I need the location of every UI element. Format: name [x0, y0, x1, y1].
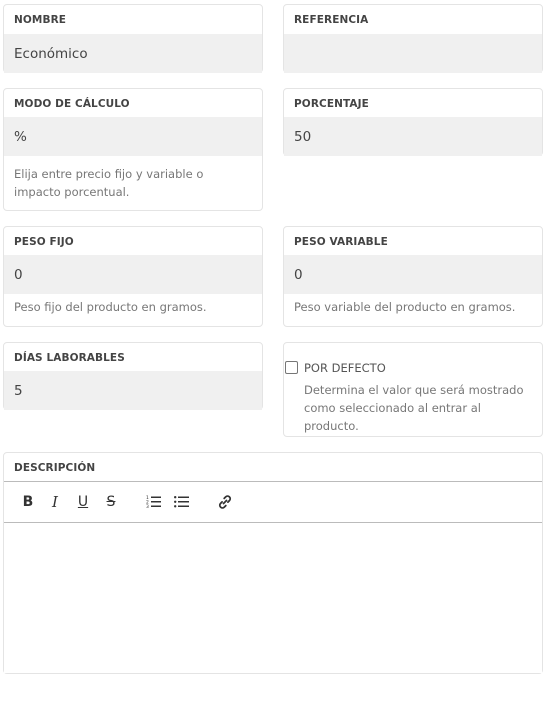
editor-toolbar: B I U S 1 2 3 [4, 481, 542, 523]
bullet-list-icon [174, 496, 189, 508]
peso-variable-card: PESO VARIABLE 0 Peso variable del produc… [283, 226, 543, 327]
bullet-list-button[interactable] [173, 493, 191, 511]
nombre-card: NOMBRE Económico [3, 4, 263, 73]
peso-variable-label: PESO VARIABLE [294, 236, 388, 248]
ordered-list-icon: 1 2 3 [146, 495, 161, 509]
italic-icon: I [52, 493, 58, 511]
bold-icon: B [22, 494, 34, 510]
underline-button[interactable]: U [74, 493, 92, 511]
peso-fijo-input[interactable]: 0 [4, 255, 262, 294]
descripcion-card: DESCRIPCIÓN B I U S 1 2 3 [3, 452, 543, 674]
link-button[interactable] [216, 493, 234, 511]
modo-calculo-select[interactable]: % [4, 117, 262, 156]
strike-button[interactable]: S [102, 493, 120, 511]
peso-fijo-help: Peso fijo del producto en gramos. [14, 300, 207, 314]
svg-text:3: 3 [146, 504, 149, 509]
por-defecto-help: Determina el valor que será mostrado com… [304, 383, 524, 433]
bold-button[interactable]: B [19, 493, 37, 511]
descripcion-label: DESCRIPCIÓN [14, 462, 96, 474]
modo-calculo-card: MODO DE CÁLCULO % Elija entre precio fij… [3, 88, 263, 211]
italic-button[interactable]: I [46, 493, 64, 511]
referencia-label: REFERENCIA [294, 14, 369, 26]
por-defecto-label[interactable]: POR DEFECTO [304, 361, 386, 375]
descripcion-editor[interactable] [4, 523, 542, 673]
dias-laborables-card: DÍAS LABORABLES 5 [3, 342, 263, 410]
peso-variable-help: Peso variable del producto en gramos. [294, 300, 516, 314]
underline-icon: U [77, 494, 89, 510]
dias-laborables-label: DÍAS LABORABLES [14, 352, 125, 364]
referencia-card: REFERENCIA [283, 4, 543, 73]
link-icon [218, 495, 232, 509]
modo-calculo-label: MODO DE CÁLCULO [14, 98, 130, 110]
nombre-input[interactable]: Económico [4, 34, 262, 73]
peso-fijo-label: PESO FIJO [14, 236, 74, 248]
strikethrough-icon: S [106, 494, 116, 510]
porcentaje-label: PORCENTAJE [294, 98, 369, 110]
porcentaje-input[interactable]: 50 [284, 117, 542, 156]
nombre-label: NOMBRE [14, 14, 67, 26]
porcentaje-card: PORCENTAJE 50 [283, 88, 543, 156]
peso-fijo-card: PESO FIJO 0 Peso fijo del producto en gr… [3, 226, 263, 327]
ordered-list-button[interactable]: 1 2 3 [145, 493, 163, 511]
por-defecto-card: POR DEFECTO Determina el valor que será … [283, 342, 543, 437]
peso-variable-input[interactable]: 0 [284, 255, 542, 294]
modo-calculo-help: Elija entre precio fijo y variable o imp… [14, 167, 204, 199]
referencia-input[interactable] [284, 34, 542, 73]
por-defecto-checkbox[interactable] [285, 361, 298, 374]
dias-laborables-input[interactable]: 5 [4, 371, 262, 410]
